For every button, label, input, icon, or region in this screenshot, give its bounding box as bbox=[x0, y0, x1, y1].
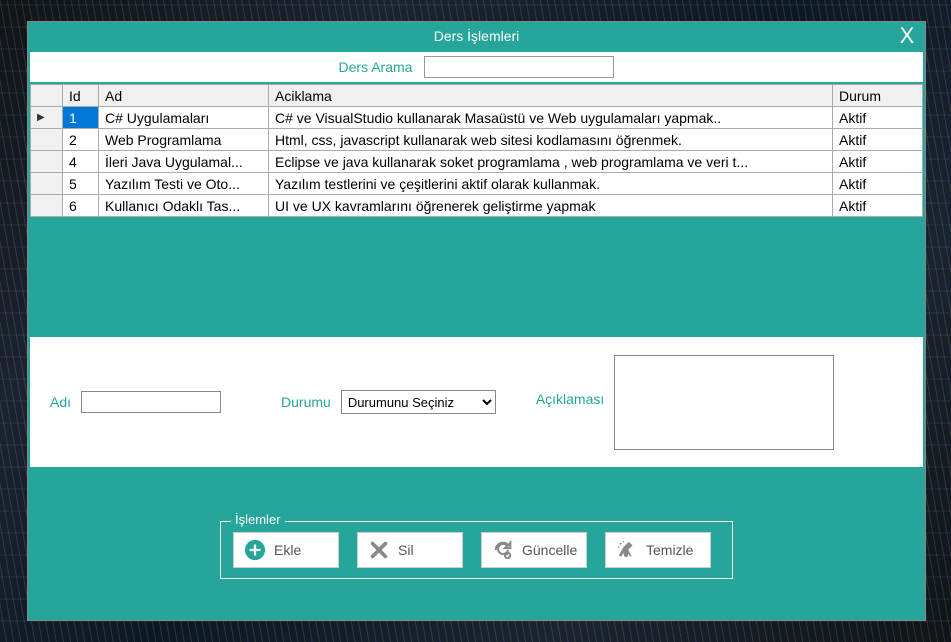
cell-durum[interactable]: Aktif bbox=[833, 107, 923, 129]
col-header-ad[interactable]: Ad bbox=[99, 85, 269, 107]
cell-aciklama[interactable]: Yazılım testlerini ve çeşitlerini aktif … bbox=[269, 173, 833, 195]
table-header-row: Id Ad Aciklama Durum bbox=[31, 85, 923, 107]
cell-id[interactable]: 4 bbox=[63, 151, 99, 173]
cell-ad[interactable]: Kullanıcı Odaklı Tas... bbox=[99, 195, 269, 217]
durumu-select[interactable]: Durumunu Seçiniz bbox=[341, 390, 496, 414]
islemler-fieldset: İşlemler Ekle Sil bbox=[220, 521, 733, 579]
cell-aciklama[interactable]: Eclipse ve java kullanarak soket program… bbox=[269, 151, 833, 173]
cell-id[interactable]: 6 bbox=[63, 195, 99, 217]
form-area: Adı Durumu Durumunu Seçiniz Açıklaması bbox=[30, 337, 923, 467]
cell-aciklama[interactable]: C# ve VisualStudio kullanarak Masaüstü v… bbox=[269, 107, 833, 129]
search-label: Ders Arama bbox=[339, 59, 413, 75]
col-header-aciklama[interactable]: Aciklama bbox=[269, 85, 833, 107]
aciklamasi-textarea[interactable] bbox=[614, 355, 834, 450]
cell-ad[interactable]: C# Uygulamaları bbox=[99, 107, 269, 129]
courses-table[interactable]: Id Ad Aciklama Durum ▶1C# UygulamalarıC#… bbox=[30, 84, 923, 217]
temizle-button[interactable]: Temizle bbox=[605, 532, 711, 568]
cell-aciklama[interactable]: UI ve UX kavramlarını öğrenerek geliştir… bbox=[269, 195, 833, 217]
table-row[interactable]: 5Yazılım Testi ve Oto...Yazılım testleri… bbox=[31, 173, 923, 195]
cell-id[interactable]: 5 bbox=[63, 173, 99, 195]
close-icon: X bbox=[900, 23, 915, 49]
cross-icon bbox=[368, 539, 390, 561]
row-indicator[interactable] bbox=[31, 173, 63, 195]
durumu-group: Durumu Durumunu Seçiniz bbox=[281, 390, 496, 414]
search-bar: Ders Arama bbox=[30, 52, 923, 82]
plus-icon bbox=[244, 539, 266, 561]
aciklamasi-group: Açıklaması bbox=[536, 355, 834, 450]
guncelle-button[interactable]: Güncelle bbox=[481, 532, 587, 568]
close-button[interactable]: X bbox=[895, 22, 919, 50]
ekle-label: Ekle bbox=[274, 542, 301, 558]
cell-ad[interactable]: İleri Java Uygulamal... bbox=[99, 151, 269, 173]
cell-durum[interactable]: Aktif bbox=[833, 195, 923, 217]
cell-aciklama[interactable]: Html, css, javascript kullanarak web sit… bbox=[269, 129, 833, 151]
table-row[interactable]: ▶1C# UygulamalarıC# ve VisualStudio kull… bbox=[31, 107, 923, 129]
grid-container: Id Ad Aciklama Durum ▶1C# UygulamalarıC#… bbox=[30, 84, 923, 337]
cell-id[interactable]: 2 bbox=[63, 129, 99, 151]
cell-ad[interactable]: Web Programlama bbox=[99, 129, 269, 151]
table-row[interactable]: 2Web ProgramlamaHtml, css, javascript ku… bbox=[31, 129, 923, 151]
window-title: Ders İşlemleri bbox=[434, 28, 520, 44]
row-indicator[interactable] bbox=[31, 129, 63, 151]
operations-area: İşlemler Ekle Sil bbox=[30, 513, 923, 597]
table-row[interactable]: 6Kullanıcı Odaklı Tas...UI ve UX kavraml… bbox=[31, 195, 923, 217]
spacer bbox=[30, 467, 923, 513]
button-row: Ekle Sil Güncelle bbox=[233, 532, 720, 568]
row-indicator[interactable]: ▶ bbox=[31, 107, 63, 129]
cell-durum[interactable]: Aktif bbox=[833, 173, 923, 195]
islemler-legend: İşlemler bbox=[231, 512, 285, 527]
aciklamasi-label: Açıklaması bbox=[536, 391, 604, 407]
adi-group: Adı bbox=[50, 391, 221, 413]
cell-id[interactable]: 1 bbox=[63, 107, 99, 129]
col-header-durum[interactable]: Durum bbox=[833, 85, 923, 107]
row-indicator[interactable] bbox=[31, 151, 63, 173]
adi-label: Adı bbox=[50, 394, 71, 410]
cell-durum[interactable]: Aktif bbox=[833, 129, 923, 151]
sil-label: Sil bbox=[398, 542, 414, 558]
cell-ad[interactable]: Yazılım Testi ve Oto... bbox=[99, 173, 269, 195]
broom-icon bbox=[616, 539, 638, 561]
row-header-blank bbox=[31, 85, 63, 107]
search-input[interactable] bbox=[424, 56, 614, 78]
sil-button[interactable]: Sil bbox=[357, 532, 463, 568]
adi-input[interactable] bbox=[81, 391, 221, 413]
row-indicator[interactable] bbox=[31, 195, 63, 217]
guncelle-label: Güncelle bbox=[522, 542, 577, 558]
durumu-label: Durumu bbox=[281, 394, 331, 410]
col-header-id[interactable]: Id bbox=[63, 85, 99, 107]
ekle-button[interactable]: Ekle bbox=[233, 532, 339, 568]
grid-empty-area bbox=[30, 217, 923, 337]
ders-islemleri-window: Ders İşlemleri X Ders Arama Id Ad Acikla… bbox=[27, 21, 926, 621]
titlebar: Ders İşlemleri X bbox=[28, 22, 925, 50]
table-row[interactable]: 4İleri Java Uygulamal...Eclipse ve java … bbox=[31, 151, 923, 173]
cell-durum[interactable]: Aktif bbox=[833, 151, 923, 173]
refresh-icon bbox=[492, 539, 514, 561]
temizle-label: Temizle bbox=[646, 542, 693, 558]
